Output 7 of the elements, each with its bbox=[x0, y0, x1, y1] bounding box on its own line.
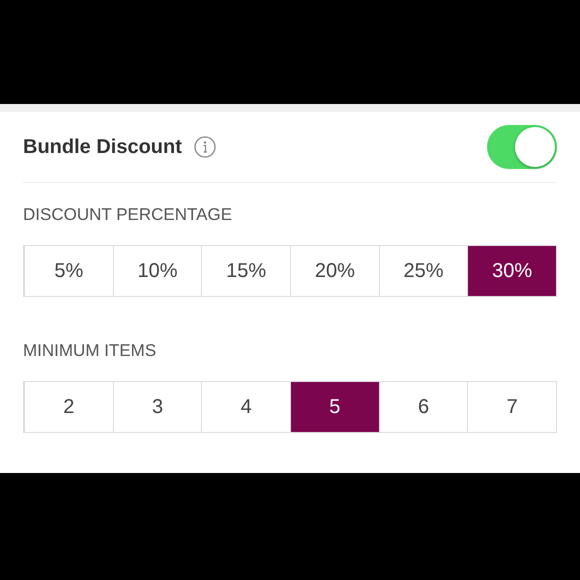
section-label: DISCOUNT PERCENTAGE bbox=[23, 205, 234, 225]
segment-option[interactable]: 30% bbox=[467, 246, 556, 296]
segment-option[interactable]: 5 bbox=[290, 382, 379, 432]
card-title: Bundle Discount bbox=[23, 136, 182, 158]
section-label: MINIMUM ITEMS bbox=[23, 341, 158, 361]
info-icon[interactable] bbox=[194, 136, 216, 158]
toggle-switch[interactable] bbox=[487, 125, 557, 169]
